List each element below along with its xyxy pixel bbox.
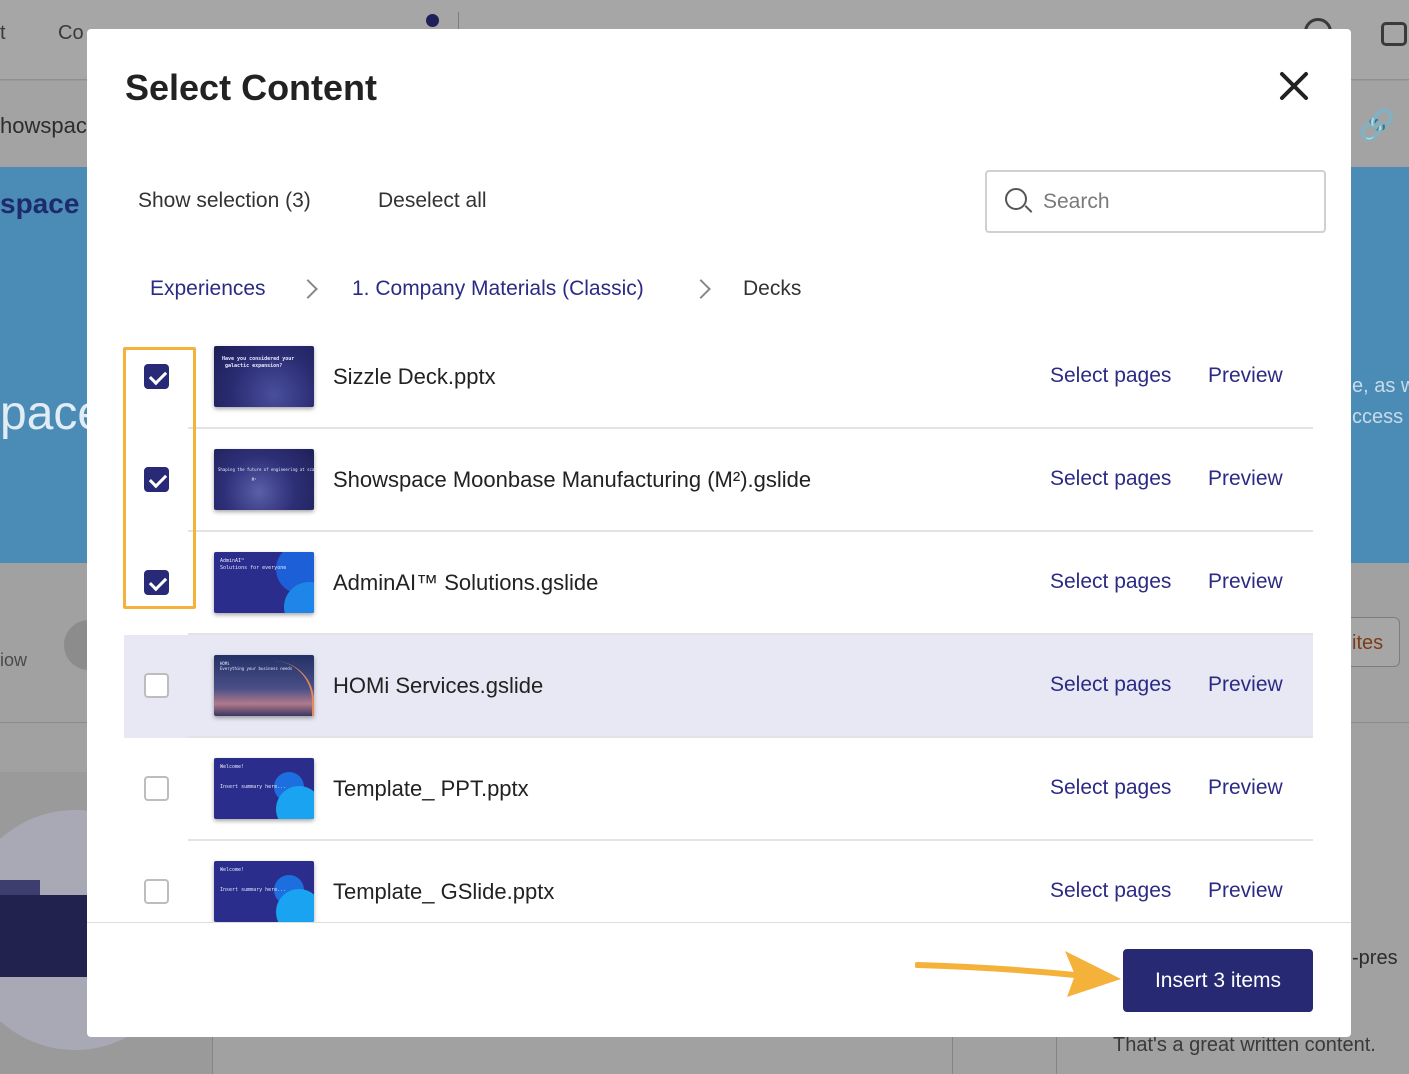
show-selection-button[interactable]: Show selection (3): [138, 189, 311, 213]
select-pages-link[interactable]: Select pages: [1050, 776, 1171, 800]
file-list: Have you considered your galactic expans…: [87, 326, 1351, 923]
arrow-annotation-icon: [915, 951, 1121, 997]
bg-nav-item: Co: [58, 22, 84, 44]
file-thumbnail: AdminAI™ Solutions for everyone: [214, 552, 314, 613]
list-item[interactable]: Welcome! Insert summary here... Template…: [124, 841, 1313, 923]
bg-divider: [212, 1036, 213, 1074]
insert-items-button[interactable]: Insert 3 items: [1123, 949, 1313, 1012]
file-name: Template_ GSlide.pptx: [333, 879, 555, 904]
bg-link-icon: 🔗: [1358, 109, 1396, 142]
file-thumbnail: Welcome! Insert summary here...: [214, 861, 314, 922]
file-name: HOMi Services.gslide: [333, 673, 544, 698]
bg-hero-text: e, as w: [1352, 375, 1409, 397]
file-name: Template_ PPT.pptx: [333, 776, 529, 801]
search-icon: [1005, 188, 1033, 214]
file-checkbox[interactable]: [144, 570, 169, 595]
bg-divider: [952, 1036, 953, 1074]
file-checkbox[interactable]: [144, 364, 169, 389]
bg-subbar-text: howspace: [0, 113, 100, 138]
select-pages-link[interactable]: Select pages: [1050, 570, 1171, 594]
list-item[interactable]: Welcome! Insert summary here... Template…: [124, 738, 1313, 841]
bg-notification-dot: [426, 14, 439, 27]
bg-content-text: -pres: [1352, 947, 1398, 969]
file-name: Sizzle Deck.pptx: [333, 364, 496, 389]
deselect-all-button[interactable]: Deselect all: [378, 189, 487, 213]
file-checkbox[interactable]: [144, 776, 169, 801]
dialog-title: Select Content: [125, 67, 378, 108]
preview-link[interactable]: Preview: [1208, 364, 1283, 388]
breadcrumb-decks: Decks: [743, 277, 802, 300]
list-item[interactable]: AdminAI™ Solutions for everyone AdminAI™…: [124, 532, 1313, 635]
file-checkbox[interactable]: [144, 673, 169, 698]
file-name: AdminAI™ Solutions.gslide: [333, 570, 599, 595]
bg-window-icon: [1381, 22, 1407, 46]
search-input[interactable]: [1043, 182, 1313, 222]
select-content-dialog: Select Content Show selection (3) Desele…: [87, 29, 1351, 1037]
footer-divider: [87, 922, 1351, 923]
bg-button-label: ites: [1352, 632, 1384, 654]
list-item[interactable]: HOMi Everything your business needs HOMi…: [124, 635, 1313, 738]
select-pages-link[interactable]: Select pages: [1050, 364, 1171, 388]
file-name: Showspace Moonbase Manufacturing (M²).gs…: [333, 467, 812, 492]
chevron-right-icon: [691, 279, 711, 299]
file-thumbnail: Shaping the future of engineering at sca…: [214, 449, 314, 510]
bg-hero-brand: space: [0, 188, 80, 219]
chevron-right-icon: [298, 279, 318, 299]
file-checkbox[interactable]: [144, 879, 169, 904]
bg-content-text: iow: [0, 650, 28, 670]
file-thumbnail: Welcome! Insert summary here...: [214, 758, 314, 819]
breadcrumb-company-materials[interactable]: 1. Company Materials (Classic): [352, 277, 644, 301]
preview-link[interactable]: Preview: [1208, 776, 1283, 800]
preview-link[interactable]: Preview: [1208, 570, 1283, 594]
bg-shape: [0, 895, 87, 977]
bg-divider: [1056, 1036, 1057, 1074]
close-icon[interactable]: [1277, 69, 1311, 103]
select-pages-link[interactable]: Select pages: [1050, 673, 1171, 697]
list-item[interactable]: Shaping the future of engineering at sca…: [124, 429, 1313, 532]
breadcrumb-experiences[interactable]: Experiences: [150, 277, 266, 301]
bg-content-text: That's a great written content.: [1113, 1034, 1376, 1056]
preview-link[interactable]: Preview: [1208, 879, 1283, 903]
list-item[interactable]: Have you considered your galactic expans…: [124, 326, 1313, 429]
select-pages-link[interactable]: Select pages: [1050, 467, 1171, 491]
bg-nav-item: t: [0, 22, 6, 44]
file-checkbox[interactable]: [144, 467, 169, 492]
preview-link[interactable]: Preview: [1208, 673, 1283, 697]
select-pages-link[interactable]: Select pages: [1050, 879, 1171, 903]
bg-hero-text: ccess: [1352, 406, 1404, 428]
preview-link[interactable]: Preview: [1208, 467, 1283, 491]
file-thumbnail: HOMi Everything your business needs: [214, 655, 314, 716]
file-thumbnail: Have you considered your galactic expans…: [214, 346, 314, 407]
search-field[interactable]: [985, 170, 1326, 233]
